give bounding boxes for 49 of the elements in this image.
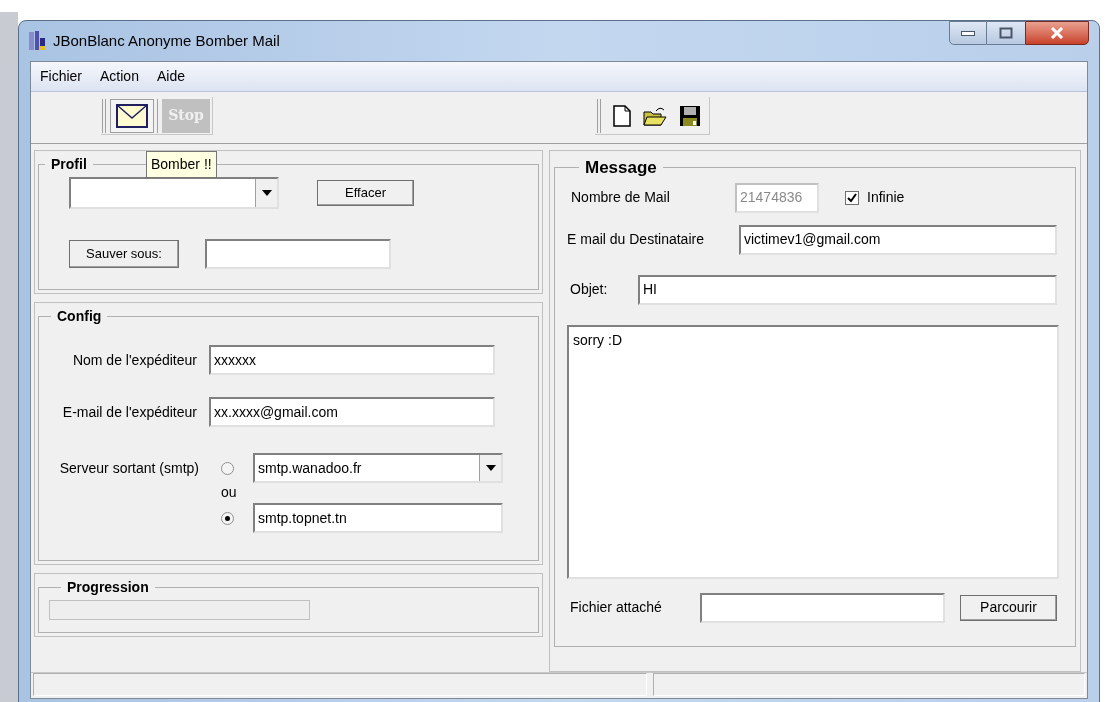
radio-button[interactable] xyxy=(221,511,234,525)
menu-item[interactable]: Action xyxy=(99,66,140,87)
field-label: Objet: xyxy=(569,280,609,299)
dropdown-arrow-icon xyxy=(485,465,496,471)
tooltip: Bomber !! xyxy=(146,151,217,178)
or-label: ou xyxy=(221,484,237,500)
group-title: Config xyxy=(56,307,103,326)
dropdown-value: smtp.wanadoo.fr xyxy=(257,458,363,478)
field-label: Serveur sortant (smtp) xyxy=(58,458,200,478)
field-label: Fichier attaché xyxy=(569,598,663,617)
smtp-field[interactable]: smtp.topnet.tn xyxy=(253,503,503,533)
profile-name-field[interactable] xyxy=(205,239,391,269)
subject-field[interactable]: HI xyxy=(638,274,1057,305)
field-label: E-mail de l'expéditeur xyxy=(61,402,198,422)
new-document-icon[interactable] xyxy=(613,104,631,127)
smtp-dropdown[interactable]: smtp.wanadoo.fr xyxy=(253,453,503,483)
send-button[interactable] xyxy=(110,98,154,133)
menu-item[interactable]: Aide xyxy=(155,66,186,87)
envelope-icon xyxy=(116,103,148,128)
message-body-field[interactable]: sorry :D xyxy=(567,324,1059,579)
group-title: Profil xyxy=(50,155,88,174)
minimize-button[interactable] xyxy=(949,21,987,45)
window-title: JBonBlanc Anonyme Bomber Mail xyxy=(53,30,280,51)
browse-button[interactable]: Parcourir xyxy=(960,594,1057,621)
sender-email-field[interactable]: xx.xxxx@gmail.com xyxy=(209,397,495,427)
close-icon xyxy=(1050,27,1064,39)
app-icon xyxy=(27,30,47,52)
recipient-field[interactable]: victimev1@gmail.com xyxy=(739,224,1057,255)
group-title: Progression xyxy=(66,578,150,597)
clear-button[interactable]: Effacer xyxy=(317,180,414,206)
sender-name-field[interactable]: xxxxxx xyxy=(209,345,495,375)
close-button[interactable] xyxy=(1025,21,1089,45)
attachment-field[interactable] xyxy=(700,592,945,623)
field-label: Nom de l'expéditeur xyxy=(71,350,198,370)
checkbox-label: Infinie xyxy=(867,188,905,207)
checkbox[interactable] xyxy=(845,190,859,205)
field-label: E mail du Destinataire xyxy=(567,230,705,249)
group-title: Message xyxy=(584,157,658,179)
field-label: Nombre de Mail xyxy=(570,188,671,207)
minimize-icon xyxy=(961,30,975,36)
maximize-icon xyxy=(999,27,1013,39)
radio-button[interactable] xyxy=(221,461,234,475)
profile-dropdown[interactable] xyxy=(69,177,279,209)
menu-item[interactable]: Fichier xyxy=(39,66,83,87)
save-as-button[interactable]: Sauver sous: xyxy=(69,240,179,268)
save-icon[interactable] xyxy=(679,104,701,127)
open-folder-icon[interactable] xyxy=(643,105,667,126)
dropdown-arrow-icon xyxy=(261,190,272,196)
maximize-button[interactable] xyxy=(987,21,1025,45)
